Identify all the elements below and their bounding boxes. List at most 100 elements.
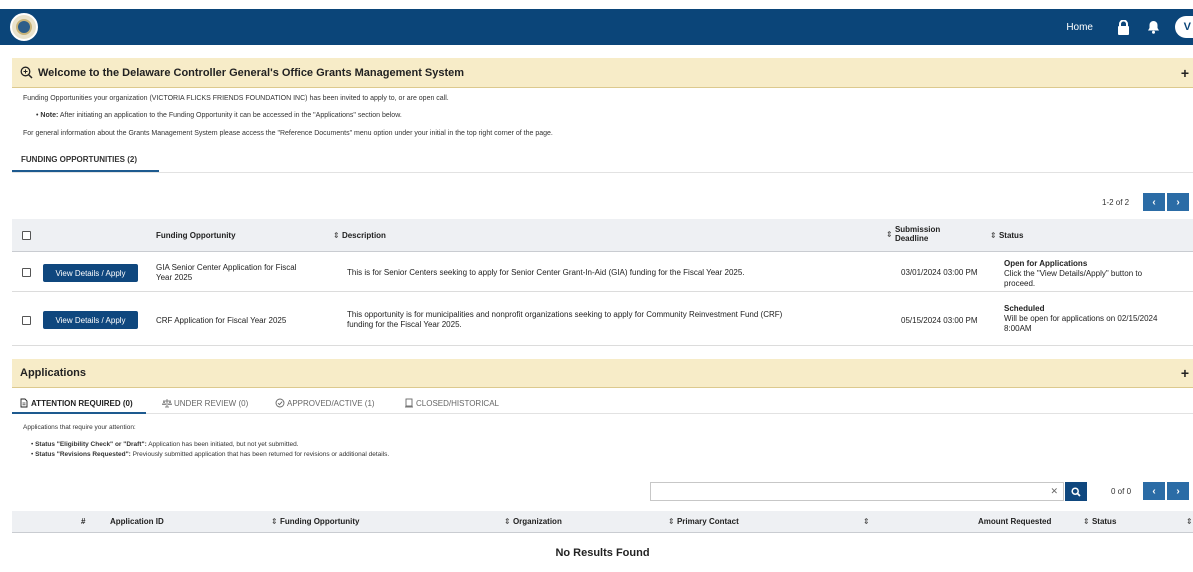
funding-pager-count: 1-2 of 2	[1102, 198, 1130, 207]
col-amount-requested[interactable]: Amount Requested	[978, 517, 1051, 526]
col-sort-handle[interactable]: ⇕	[863, 517, 870, 526]
col-status-label: Status	[1091, 517, 1117, 526]
prev-page-button[interactable]: ‹	[1143, 193, 1165, 211]
sort-icon: ⇕	[271, 517, 278, 526]
status-detail-line1: Click the "View Details/Apply" button to	[1004, 269, 1143, 278]
applications-search-input[interactable]: ✕	[650, 482, 1064, 501]
bullet-revisions-label: Status "Revisions Requested":	[35, 451, 131, 458]
status-detail-line1: Will be open for applications on 02/15/2…	[1004, 314, 1158, 323]
welcome-title: Welcome to the Delaware Controller Gener…	[38, 66, 465, 79]
submission-deadline: 05/15/2024 03:00 PM	[901, 316, 978, 325]
search-icon	[1071, 486, 1081, 497]
status-detail-line2: proceed.	[1004, 279, 1036, 288]
status-bullet-revisions: • Status "Revisions Requested": Previous…	[31, 451, 390, 458]
funding-pager: ‹ ›	[1143, 193, 1189, 211]
search-button[interactable]	[1065, 482, 1087, 501]
funding-table-header: Funding Opportunity ⇕ Description ⇕ Subm…	[12, 219, 1193, 252]
sort-icon: ⇕	[504, 517, 511, 526]
tab-attention-required-label: ATTENTION REQUIRED (0)	[31, 398, 133, 408]
tab-approved-active[interactable]: APPROVED/ACTIVE (1)	[275, 398, 375, 408]
sort-icon: ⇕	[1083, 517, 1090, 526]
submission-deadline: 03/01/2024 03:00 PM	[901, 268, 978, 277]
select-all-checkbox[interactable]	[22, 231, 31, 240]
scale-icon	[162, 399, 172, 408]
col-sort-handle[interactable]: ⇕	[1186, 517, 1193, 526]
col-status[interactable]: ⇕ Status	[990, 231, 1023, 240]
opportunity-name[interactable]: CRF Application for Fiscal Year 2025	[156, 316, 286, 325]
home-link[interactable]: Home	[1066, 22, 1093, 33]
opportunity-status: Scheduled Will be open for applications …	[1004, 304, 1157, 334]
archive-icon	[405, 398, 413, 408]
col-description-label: Description	[341, 231, 386, 240]
opportunity-name-line1: GIA Senior Center Application for Fiscal	[156, 263, 297, 272]
tab-attention-required[interactable]: ATTENTION REQUIRED (0)	[19, 398, 133, 408]
status-bullet-draft: • Status "Eligibility Check" or "Draft":…	[31, 441, 299, 448]
col-deadline-line2: Deadline	[894, 234, 929, 243]
col-organization-label: Organization	[512, 517, 562, 526]
col-number[interactable]: #	[81, 517, 85, 526]
top-navbar: Home V	[0, 9, 1193, 45]
next-page-button[interactable]: ›	[1167, 482, 1189, 500]
col-submission-deadline[interactable]: ⇕ Submission Deadline	[886, 225, 940, 243]
lock-icon[interactable]	[1115, 19, 1131, 35]
magnifier-plus-icon	[20, 66, 33, 79]
sort-icon: ⇕	[863, 517, 870, 526]
note-label: Note:	[40, 112, 59, 119]
expand-applications-icon[interactable]: +	[1181, 365, 1189, 381]
welcome-panel-header: Welcome to the Delaware Controller Gener…	[12, 58, 1193, 88]
tab-closed-historical[interactable]: CLOSED/HISTORICAL	[404, 398, 499, 408]
sort-icon: ⇕	[668, 517, 675, 526]
col-funding-opportunity-label: Funding Opportunity	[279, 517, 360, 526]
welcome-intro: Funding Opportunities your organization …	[23, 95, 449, 102]
col-status[interactable]: ⇕ Status	[1083, 517, 1116, 526]
row-checkbox[interactable]	[22, 316, 31, 325]
status-title: Open for Applications	[1004, 259, 1088, 268]
col-application-id[interactable]: Application ID	[110, 517, 164, 526]
row-checkbox[interactable]	[22, 268, 31, 277]
table-row: View Details / Apply GIA Senior Center A…	[12, 252, 1193, 292]
tab-under-review[interactable]: UNDER REVIEW (0)	[162, 398, 248, 408]
sort-icon: ⇕	[886, 229, 893, 239]
prev-page-button[interactable]: ‹	[1143, 482, 1165, 500]
opportunity-status: Open for Applications Click the "View De…	[1004, 259, 1142, 289]
applications-title: Applications	[20, 367, 87, 379]
opportunity-name-line2: Year 2025	[156, 273, 193, 282]
col-description[interactable]: ⇕ Description	[333, 231, 386, 240]
view-details-apply-button[interactable]: View Details / Apply	[43, 264, 138, 282]
status-title: Scheduled	[1004, 304, 1045, 313]
sort-icon: ⇕	[333, 231, 340, 240]
applications-table-header: # Application ID ⇕ Funding Opportunity ⇕…	[12, 511, 1193, 533]
sort-icon: ⇕	[990, 231, 997, 240]
opportunity-description: This opportunity is for municipalities a…	[347, 310, 782, 330]
state-seal-logo[interactable]	[10, 13, 38, 41]
active-tab-indicator	[12, 412, 146, 414]
bullet-revisions-text: Previously submitted application that ha…	[130, 451, 390, 458]
opportunity-description: This is for Senior Centers seeking to ap…	[347, 268, 745, 277]
user-avatar[interactable]: V	[1175, 16, 1193, 38]
description-line1: This opportunity is for municipalities a…	[347, 310, 783, 319]
tab-under-review-label: UNDER REVIEW (0)	[174, 398, 249, 408]
sort-icon: ⇕	[1186, 517, 1193, 526]
applications-intro: Applications that require your attention…	[23, 424, 136, 431]
col-primary-contact[interactable]: ⇕ Primary Contact	[668, 517, 739, 526]
col-organization[interactable]: ⇕ Organization	[504, 517, 562, 526]
col-funding-opportunity[interactable]: ⇕ Funding Opportunity	[271, 517, 359, 526]
expand-welcome-icon[interactable]: +	[1181, 65, 1189, 81]
description-line2: funding for the Fiscal Year 2025.	[347, 320, 462, 329]
clear-search-icon[interactable]: ✕	[1050, 486, 1058, 497]
next-page-button[interactable]: ›	[1167, 193, 1189, 211]
tab-divider	[12, 172, 1193, 173]
bullet-draft-label: Status "Eligibility Check" or "Draft":	[35, 441, 147, 448]
tab-funding-opportunities[interactable]: FUNDING OPPORTUNITIES (2)	[21, 155, 137, 164]
bell-icon[interactable]	[1145, 19, 1161, 35]
opportunity-name[interactable]: GIA Senior Center Application for Fiscal…	[156, 263, 297, 283]
tab-closed-historical-label: CLOSED/HISTORICAL	[416, 398, 499, 408]
col-primary-contact-label: Primary Contact	[676, 517, 739, 526]
document-icon	[20, 398, 28, 408]
col-funding-opportunity[interactable]: Funding Opportunity	[156, 231, 236, 240]
table-row: View Details / Apply CRF Application for…	[12, 292, 1193, 346]
welcome-note: • Note: After initiating an application …	[36, 112, 402, 119]
note-text: After initiating an application to the F…	[58, 112, 402, 119]
view-details-apply-button[interactable]: View Details / Apply	[43, 311, 138, 329]
status-detail-line2: 8:00AM	[1004, 324, 1032, 333]
